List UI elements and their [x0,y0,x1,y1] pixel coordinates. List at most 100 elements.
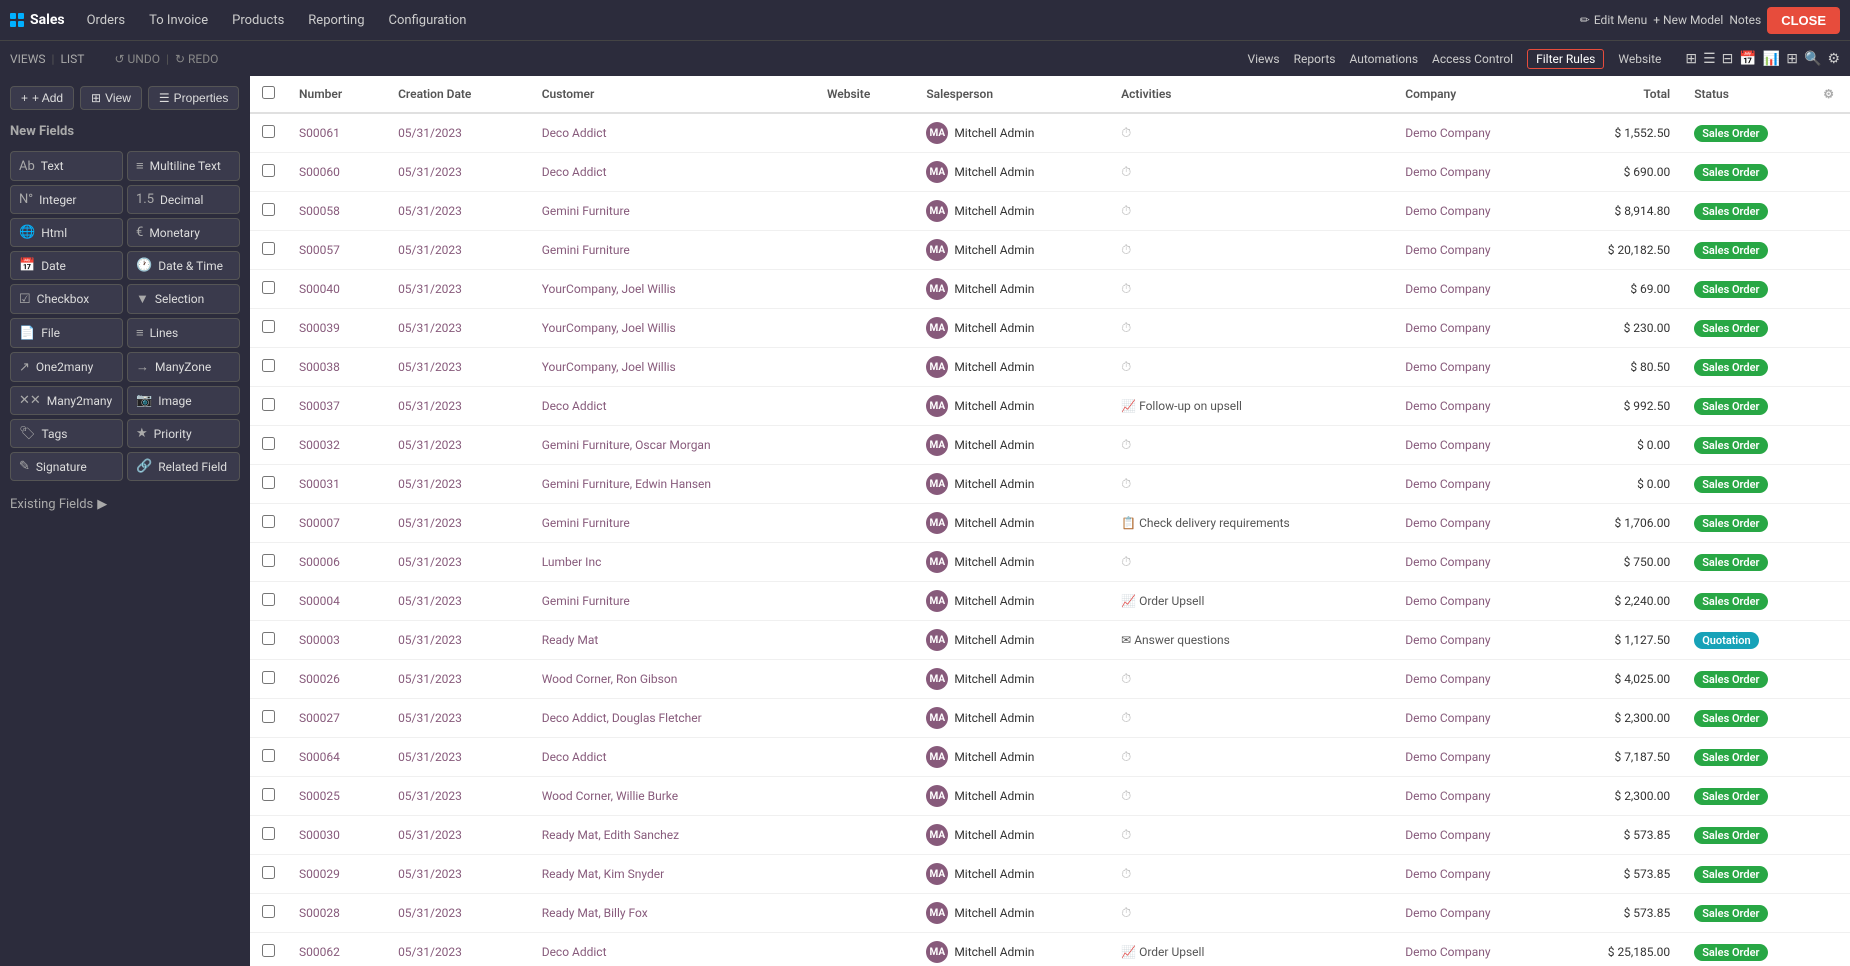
table-row[interactable]: S00062 05/31/2023 Deco Addict MA Mitchel… [250,933,1850,966]
row-date-11[interactable]: 05/31/2023 [386,543,530,582]
row-customer-0[interactable]: Deco Addict [530,113,815,153]
row-company-2[interactable]: Demo Company [1393,192,1554,231]
list-label[interactable]: LIST [60,52,84,66]
row-number-0[interactable]: S00061 [287,113,386,153]
filter-rules-button[interactable]: Filter Rules [1527,49,1604,69]
field-image[interactable]: 📷 Image [127,386,240,415]
website-link[interactable]: Website [1618,52,1661,66]
row-date-21[interactable]: 05/31/2023 [386,933,530,966]
field-date-time[interactable]: 🕐 Date & Time [127,251,240,280]
table-row[interactable]: S00057 05/31/2023 Gemini Furniture MA Mi… [250,231,1850,270]
pivot-view-icon[interactable]: ⊞ [1786,51,1798,67]
row-customer-10[interactable]: Gemini Furniture [530,504,815,543]
row-date-16[interactable]: 05/31/2023 [386,738,530,777]
row-customer-14[interactable]: Wood Corner, Ron Gibson [530,660,815,699]
row-number-20[interactable]: S00028 [287,894,386,933]
row-company-4[interactable]: Demo Company [1393,270,1554,309]
row-checkbox-2[interactable] [250,192,287,231]
row-customer-2[interactable]: Gemini Furniture [530,192,815,231]
kanban-view-icon[interactable]: ⊟ [1722,51,1734,67]
table-row[interactable]: S00064 05/31/2023 Deco Addict MA Mitchel… [250,738,1850,777]
row-checkbox-8[interactable] [250,426,287,465]
th-status[interactable]: Status ⚙ [1682,76,1850,113]
th-activities[interactable]: Activities [1109,76,1393,113]
row-checkbox-16[interactable] [250,738,287,777]
th-number[interactable]: Number [287,76,386,113]
row-checkbox-1[interactable] [250,153,287,192]
th-total[interactable]: Total [1555,76,1683,113]
table-row[interactable]: S00026 05/31/2023 Wood Corner, Ron Gibso… [250,660,1850,699]
settings-icon[interactable]: ⚙ [1827,51,1840,67]
row-company-17[interactable]: Demo Company [1393,777,1554,816]
row-company-12[interactable]: Demo Company [1393,582,1554,621]
table-row[interactable]: S00060 05/31/2023 Deco Addict MA Mitchel… [250,153,1850,192]
row-number-4[interactable]: S00040 [287,270,386,309]
row-company-9[interactable]: Demo Company [1393,465,1554,504]
row-date-15[interactable]: 05/31/2023 [386,699,530,738]
table-row[interactable]: S00028 05/31/2023 Ready Mat, Billy Fox M… [250,894,1850,933]
row-company-18[interactable]: Demo Company [1393,816,1554,855]
reports-link[interactable]: Reports [1294,52,1336,66]
edit-menu-button[interactable]: ✏ Edit Menu [1580,13,1647,27]
chart-view-icon[interactable]: 📊 [1763,51,1780,67]
row-date-5[interactable]: 05/31/2023 [386,309,530,348]
row-checkbox-14[interactable] [250,660,287,699]
row-date-8[interactable]: 05/31/2023 [386,426,530,465]
table-row[interactable]: S00061 05/31/2023 Deco Addict MA Mitchel… [250,113,1850,153]
row-number-9[interactable]: S00031 [287,465,386,504]
field-decimal[interactable]: 1.5 Decimal [127,185,240,214]
table-row[interactable]: S00025 05/31/2023 Wood Corner, Willie Bu… [250,777,1850,816]
row-number-16[interactable]: S00064 [287,738,386,777]
row-company-5[interactable]: Demo Company [1393,309,1554,348]
nav-configuration[interactable]: Configuration [379,9,477,32]
row-checkbox-3[interactable] [250,231,287,270]
row-company-1[interactable]: Demo Company [1393,153,1554,192]
field-many2many[interactable]: ✕✕ Many2many [10,386,123,415]
redo-button[interactable]: ↻ REDO [175,52,218,66]
row-company-13[interactable]: Demo Company [1393,621,1554,660]
row-number-7[interactable]: S00037 [287,387,386,426]
row-number-15[interactable]: S00027 [287,699,386,738]
table-row[interactable]: S00040 05/31/2023 YourCompany, Joel Will… [250,270,1850,309]
table-row[interactable]: S00038 05/31/2023 YourCompany, Joel Will… [250,348,1850,387]
row-number-12[interactable]: S00004 [287,582,386,621]
th-salesperson[interactable]: Salesperson [914,76,1109,113]
row-customer-7[interactable]: Deco Addict [530,387,815,426]
field-related-field[interactable]: 🔗 Related Field [127,452,240,481]
row-customer-11[interactable]: Lumber Inc [530,543,815,582]
row-date-10[interactable]: 05/31/2023 [386,504,530,543]
field-tags[interactable]: 🏷 Tags [10,419,123,448]
table-row[interactable]: S00027 05/31/2023 Deco Addict, Douglas F… [250,699,1850,738]
row-company-10[interactable]: Demo Company [1393,504,1554,543]
row-checkbox-6[interactable] [250,348,287,387]
new-model-button[interactable]: + New Model [1653,13,1723,27]
table-row[interactable]: S00003 05/31/2023 Ready Mat MA Mitchell … [250,621,1850,660]
row-company-19[interactable]: Demo Company [1393,855,1554,894]
table-row[interactable]: S00007 05/31/2023 Gemini Furniture MA Mi… [250,504,1850,543]
field-monetary[interactable]: € Monetary [127,218,240,247]
row-customer-16[interactable]: Deco Addict [530,738,815,777]
row-number-21[interactable]: S00062 [287,933,386,966]
row-company-3[interactable]: Demo Company [1393,231,1554,270]
table-row[interactable]: S00030 05/31/2023 Ready Mat, Edith Sanch… [250,816,1850,855]
row-date-14[interactable]: 05/31/2023 [386,660,530,699]
field-date[interactable]: 📅 Date [10,251,123,280]
row-customer-5[interactable]: YourCompany, Joel Willis [530,309,815,348]
field-lines[interactable]: ≡ Lines [127,318,240,348]
row-checkbox-7[interactable] [250,387,287,426]
row-date-6[interactable]: 05/31/2023 [386,348,530,387]
table-row[interactable]: S00029 05/31/2023 Ready Mat, Kim Snyder … [250,855,1850,894]
row-number-19[interactable]: S00029 [287,855,386,894]
row-number-1[interactable]: S00060 [287,153,386,192]
th-checkbox[interactable] [250,76,287,113]
field-text[interactable]: Ab Text [10,151,123,181]
row-customer-20[interactable]: Ready Mat, Billy Fox [530,894,815,933]
row-checkbox-5[interactable] [250,309,287,348]
row-date-4[interactable]: 05/31/2023 [386,270,530,309]
row-company-15[interactable]: Demo Company [1393,699,1554,738]
th-company[interactable]: Company [1393,76,1554,113]
views-link[interactable]: Views [1247,52,1279,66]
row-customer-12[interactable]: Gemini Furniture [530,582,815,621]
row-number-5[interactable]: S00039 [287,309,386,348]
row-company-14[interactable]: Demo Company [1393,660,1554,699]
